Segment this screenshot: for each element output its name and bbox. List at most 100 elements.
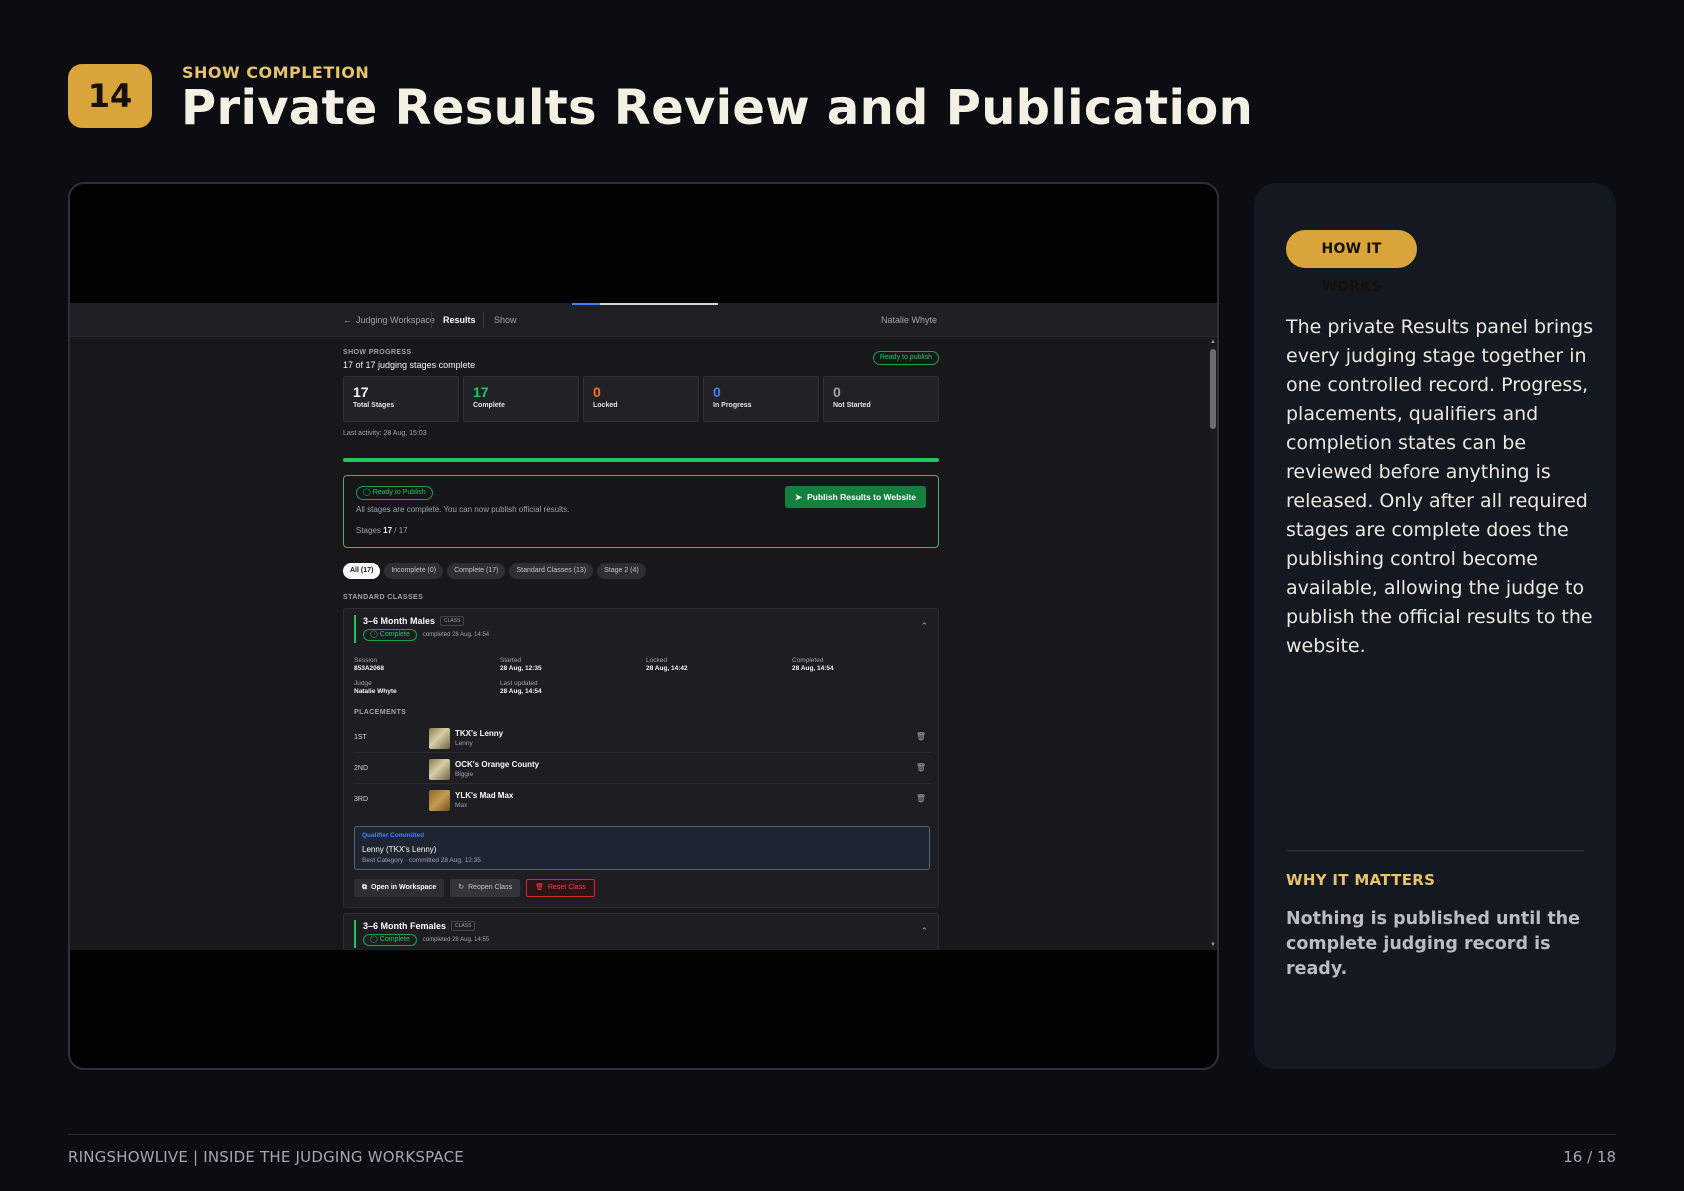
chevron-up-icon[interactable]: ⌃ xyxy=(920,621,928,632)
meta-completed: Completed 28 Aug, 14:54 xyxy=(792,657,834,672)
filter-chips: All (17) Incomplete (0) Complete (17) St… xyxy=(343,563,646,579)
page-counter: 16 / 18 xyxy=(1563,1148,1616,1166)
status-stripe xyxy=(354,615,356,643)
chevron-up-icon[interactable]: ⌃ xyxy=(920,926,928,937)
class-name: 3–6 Month Females xyxy=(363,921,447,931)
meta-started: Started 28 Aug, 12:35 xyxy=(500,657,542,672)
refresh-icon: ↻ xyxy=(458,884,465,891)
class-header[interactable]: 3–6 Month Males CLASS xyxy=(363,616,465,626)
reopen-class-button[interactable]: ↻ Reopen Class xyxy=(450,879,521,897)
panel-divider xyxy=(1286,850,1584,851)
filter-incomplete[interactable]: Incomplete (0) xyxy=(384,563,444,579)
footer-title: RINGSHOWLIVE | INSIDE THE JUDGING WORKSP… xyxy=(68,1148,464,1166)
stat-label: In Progress xyxy=(713,402,752,409)
external-link-icon: ⧉ xyxy=(362,884,367,891)
meta-key: Started xyxy=(500,657,521,664)
stat-label: Total Stages xyxy=(353,402,395,409)
status-stripe xyxy=(354,920,356,948)
dog-name: TKX's Lenny xyxy=(455,729,504,738)
filter-stage-2[interactable]: Stage 2 (4) xyxy=(597,563,646,579)
screenshot-frame: ← Judging Workspace Results Show Natalie… xyxy=(68,182,1219,1070)
meta-last-updated: Last updated 28 Aug, 14:54 xyxy=(500,680,542,695)
dog-photo xyxy=(429,759,450,780)
meta-locked: Locked 28 Aug, 14:42 xyxy=(646,657,688,672)
reset-label: Reset Class xyxy=(547,884,586,891)
trash-icon[interactable]: 🗑 xyxy=(916,732,926,741)
class-card: 3–6 Month Males CLASS ◯ Complete complet… xyxy=(343,608,939,908)
tab-show[interactable]: Show xyxy=(494,315,517,325)
class-header[interactable]: 3–6 Month Females CLASS xyxy=(363,921,476,931)
meta-judge: Judge Natalie Whyte xyxy=(354,680,397,695)
stat-value: 17 xyxy=(353,384,369,400)
placements-label: PLACEMENTS xyxy=(354,709,407,716)
stat-total: 17 Total Stages xyxy=(343,376,459,422)
stages-prefix: Stages xyxy=(356,526,381,535)
meta-key: Locked xyxy=(646,657,667,664)
info-panel: HOW IT WORKS The private Results panel b… xyxy=(1254,183,1616,1069)
meta-value: 28 Aug, 14:42 xyxy=(646,665,688,672)
reset-class-button[interactable]: 🗑 Reset Class xyxy=(526,879,595,897)
complete-badge: ◯ Complete xyxy=(363,934,417,946)
meta-key: Judge xyxy=(354,680,372,687)
panel-description: The private Results panel brings every j… xyxy=(1286,316,1594,657)
nav-divider xyxy=(483,312,484,328)
loading-bar-accent xyxy=(572,303,600,305)
meta-value: Natalie Whyte xyxy=(354,688,397,695)
stat-label: Not Started xyxy=(833,402,871,409)
why-it-matters-text: Nothing is published until the complete … xyxy=(1286,909,1581,979)
how-it-works-badge: HOW IT WORKS xyxy=(1286,230,1417,295)
meta-value: 28 Aug, 14:54 xyxy=(500,688,542,695)
ready-status-badge: Ready to publish xyxy=(872,351,939,365)
slide-title: Private Results Review and Publication xyxy=(181,80,1254,136)
filter-complete[interactable]: Complete (17) xyxy=(447,563,506,579)
qualifier-detail: Best Category · committed 28 Aug, 12:35 xyxy=(362,857,481,864)
meta-value: 28 Aug, 12:35 xyxy=(500,665,542,672)
placement-rank: 3RD xyxy=(354,796,369,803)
filter-standard-classes[interactable]: Standard Classes (13) xyxy=(509,563,594,579)
complete-badge: ◯ Complete xyxy=(363,629,417,641)
publish-button-label: Publish Results to Website xyxy=(807,492,916,502)
filter-all[interactable]: All (17) xyxy=(343,563,381,579)
meta-value: 853A2068 xyxy=(354,665,384,672)
complete-badge-label: Complete xyxy=(379,631,410,638)
stat-value: 17 xyxy=(473,384,489,400)
class-tag: CLASS xyxy=(451,921,476,931)
complete-badge-label: Complete xyxy=(379,936,410,943)
class-name: 3–6 Month Males xyxy=(363,616,436,626)
why-it-matters-label: WHY IT MATTERS xyxy=(1286,871,1436,889)
trash-icon[interactable]: 🗑 xyxy=(916,763,926,772)
stat-value: 0 xyxy=(713,384,721,400)
stats-row: 17 Total Stages 17 Complete 0 Locked 0 I… xyxy=(343,376,939,422)
qualifier-box: Qualifier Committed Lenny (TKX's Lenny) … xyxy=(354,826,930,870)
qualifier-title: Qualifier Committed xyxy=(362,832,425,839)
trash-icon[interactable]: 🗑 xyxy=(916,794,926,803)
tab-results[interactable]: Results xyxy=(443,315,476,325)
class-card: 3–6 Month Females CLASS ◯ Complete compl… xyxy=(343,913,939,950)
last-activity: Last activity: 28 Aug, 15:03 xyxy=(343,430,427,437)
class-actions: ⧉ Open in Workspace ↻ Reopen Class 🗑 Reset … xyxy=(354,879,595,897)
scrollbar-thumb[interactable] xyxy=(1210,349,1216,429)
meta-session: Session 853A2068 xyxy=(354,657,384,672)
stat-not-started: 0 Not Started xyxy=(823,376,939,422)
scrollbar[interactable]: ▲ ▼ xyxy=(1209,337,1217,950)
completed-time: completed 28 Aug, 14:54 xyxy=(422,632,490,638)
stat-in-progress: 0 In Progress xyxy=(703,376,819,422)
dog-call-name: Lenny xyxy=(455,740,473,747)
dog-name: OCK's Orange County xyxy=(455,760,540,769)
slide-number-badge: 14 xyxy=(68,64,152,128)
stat-label: Complete xyxy=(473,402,505,409)
user-name[interactable]: Natalie Whyte xyxy=(881,315,937,325)
reopen-label: Reopen Class xyxy=(468,884,513,891)
class-status: ◯ Complete completed 28 Aug, 14:54 xyxy=(363,629,489,641)
scroll-up-icon[interactable]: ▲ xyxy=(1210,339,1216,345)
open-label: Open in Workspace xyxy=(371,884,437,891)
publish-results-button[interactable]: ➤ Publish Results to Website xyxy=(784,486,926,508)
progress-summary: 17 of 17 judging stages complete xyxy=(343,360,476,370)
meta-key: Last updated xyxy=(500,680,538,687)
arrow-left-icon: ← xyxy=(343,315,352,325)
back-link[interactable]: ← Judging Workspace xyxy=(343,315,435,325)
scroll-down-icon[interactable]: ▼ xyxy=(1210,942,1216,948)
results-app: ← Judging Workspace Results Show Natalie… xyxy=(70,303,1217,950)
open-in-workspace-button[interactable]: ⧉ Open in Workspace xyxy=(354,879,445,897)
publish-panel: ◯ Ready to Publish All stages are comple… xyxy=(343,475,939,548)
